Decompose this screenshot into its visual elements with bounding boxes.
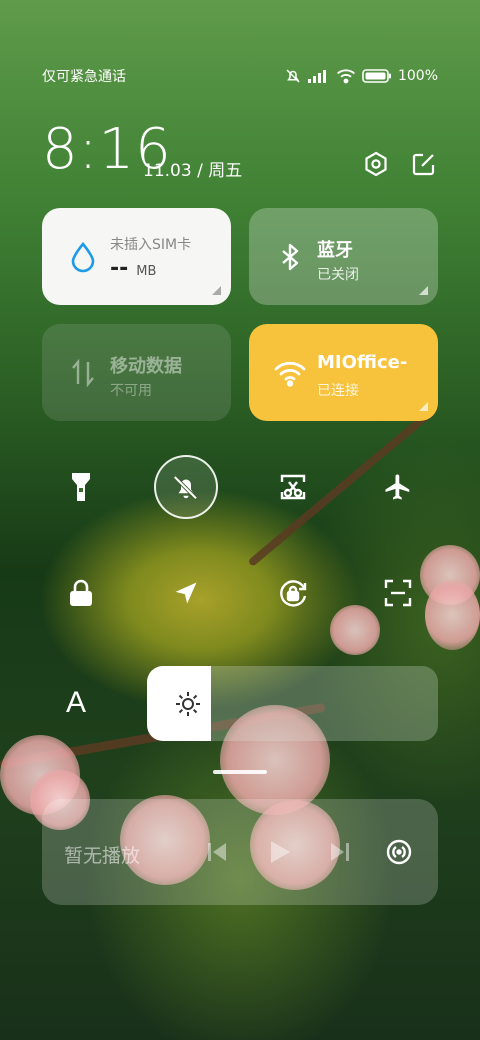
clock-date: 11.03 / 周五 (143, 161, 243, 181)
tile-expand-corner (212, 286, 221, 295)
tile-expand-corner (419, 286, 428, 295)
brightness-sun-icon (176, 692, 200, 716)
bluetooth-title: 蓝牙 (317, 240, 353, 261)
bluetooth-status: 已关闭 (317, 267, 359, 283)
sim-status-text: 未插入SIM卡 (110, 237, 192, 253)
location-icon (175, 582, 197, 604)
airplane-toggle[interactable] (366, 455, 430, 519)
next-track-icon[interactable] (329, 841, 351, 863)
bluetooth-icon (282, 243, 299, 271)
settings-hexagon-icon[interactable] (362, 150, 390, 178)
audio-output-icon[interactable] (384, 837, 414, 867)
edit-icon[interactable] (410, 150, 438, 178)
brightness-slider[interactable] (147, 666, 438, 741)
play-icon[interactable] (268, 839, 292, 865)
wifi-title: MIOffice- (317, 352, 408, 373)
mobile-data-tile[interactable]: 移动数据 不可用 (42, 324, 231, 421)
airplane-icon (385, 474, 410, 500)
scan-icon (384, 579, 412, 607)
wifi-icon (274, 361, 306, 387)
screenshot-icon (280, 474, 306, 500)
mute-bell-icon (173, 475, 198, 500)
status-bar: 仅可紧急通话 100% (42, 66, 438, 86)
water-drop-icon (71, 241, 95, 273)
screenshot-toggle[interactable] (261, 455, 325, 519)
mobile-data-status: 不可用 (110, 383, 152, 399)
flashlight-toggle[interactable] (49, 455, 113, 519)
location-toggle[interactable] (154, 561, 218, 625)
media-player: 暂无播放 (42, 799, 438, 905)
media-status-label: 暂无播放 (64, 845, 141, 867)
drag-handle[interactable] (213, 770, 267, 774)
tile-expand-corner (419, 402, 428, 411)
mute-status-icon (286, 69, 300, 83)
rotation-lock-icon (280, 580, 307, 607)
mobile-data-title: 移动数据 (110, 356, 182, 377)
previous-track-icon[interactable] (206, 841, 228, 863)
wifi-tile[interactable]: MIOffice- 已连接 (249, 324, 438, 421)
data-usage-value: -- (110, 256, 129, 281)
mute-toggle[interactable] (154, 455, 218, 519)
lock-toggle[interactable] (49, 561, 113, 625)
data-arrows-icon (72, 358, 94, 388)
carrier-text: 仅可紧急通话 (42, 69, 126, 85)
signal-icon (307, 70, 326, 83)
scan-toggle[interactable] (366, 561, 430, 625)
battery-percent: 100% (397, 68, 438, 84)
data-usage-tile[interactable]: 未插入SIM卡 -- MB (42, 208, 231, 305)
data-usage-unit: MB (136, 264, 157, 279)
wifi-status-icon (337, 69, 355, 84)
lock-icon (70, 579, 92, 606)
wifi-status: 已连接 (317, 383, 359, 399)
auto-brightness-toggle[interactable]: A (66, 686, 86, 720)
bluetooth-tile[interactable]: 蓝牙 已关闭 (249, 208, 438, 305)
rotation-lock-toggle[interactable] (261, 561, 325, 625)
battery-icon (362, 69, 391, 83)
flashlight-icon (72, 473, 90, 501)
wallpaper-blossom (425, 580, 480, 650)
